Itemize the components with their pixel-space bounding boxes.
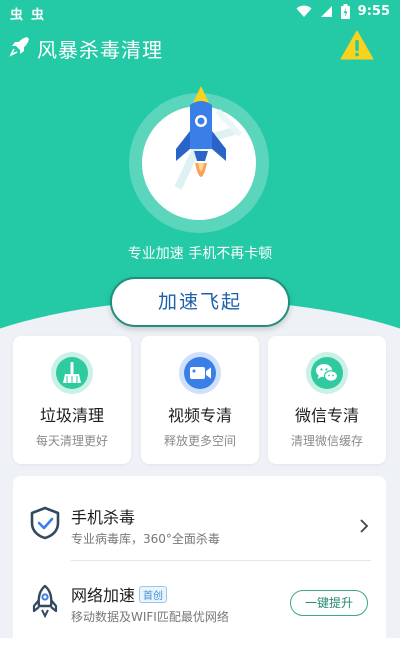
- wechat-icon: [306, 352, 348, 394]
- bottom-nav-peek: [0, 638, 400, 650]
- broom-icon: [51, 352, 93, 394]
- rocket-logo-icon: [9, 37, 29, 57]
- app-title: 风暴杀毒清理: [37, 38, 163, 62]
- signal-icon: [320, 6, 332, 17]
- card-subtitle: 每天清理更好: [35, 434, 108, 448]
- card-subtitle: 释放更多空间: [163, 434, 236, 448]
- rocket-illustration: [174, 86, 242, 190]
- card-title: 视频专清: [167, 406, 232, 425]
- status-bar: 虫 虫 9:55: [0, 0, 400, 26]
- battery-icon: [340, 4, 350, 19]
- app-bar: 风暴杀毒清理: [0, 30, 400, 66]
- video-icon: [179, 352, 221, 394]
- card-title: 垃圾清理: [39, 406, 104, 425]
- new-badge: 首创: [139, 586, 168, 603]
- shield-icon: [30, 506, 60, 540]
- notification-glyph: 虫: [10, 8, 24, 23]
- card-junk-clean[interactable]: 垃圾清理 每天清理更好: [13, 336, 131, 464]
- chevron-right-icon: [360, 519, 369, 533]
- list-item-subtitle: 专业病毒库，360°全面杀毒: [71, 532, 220, 546]
- list-item-title: 手机杀毒: [71, 508, 136, 527]
- status-time: 9:55: [357, 4, 390, 19]
- divider: [71, 560, 371, 561]
- one-tap-boost-button[interactable]: 一键提升: [290, 590, 368, 616]
- card-video-clean[interactable]: 视频专清 释放更多空间: [141, 336, 259, 464]
- rocket-outline-icon: [32, 584, 58, 618]
- card-wechat-clean[interactable]: 微信专清 清理微信缓存: [268, 336, 386, 464]
- wifi-icon: [296, 5, 312, 17]
- card-subtitle: 清理微信缓存: [290, 434, 363, 448]
- list-item-title: 网络加速 首创: [71, 582, 168, 606]
- status-notifications: 虫 虫: [10, 4, 44, 23]
- list-item-antivirus[interactable]: 手机杀毒 专业病毒库，360°全面杀毒: [13, 482, 386, 562]
- card-title: 微信专清: [294, 406, 359, 425]
- feature-list: 手机杀毒 专业病毒库，360°全面杀毒 网络加速 首创 移动数据及WIFI匹配最优…: [13, 476, 386, 650]
- list-item-subtitle: 移动数据及WIFI匹配最优网络: [71, 610, 229, 624]
- speed-up-button[interactable]: 加速飞起: [110, 277, 290, 327]
- hero-tagline: 专业加速 手机不再卡顿: [127, 246, 273, 262]
- status-right: 9:55: [296, 4, 390, 19]
- warning-icon[interactable]: [340, 30, 374, 60]
- notification-glyph: 虫: [31, 8, 45, 23]
- list-item-title-text: 网络加速: [71, 586, 136, 605]
